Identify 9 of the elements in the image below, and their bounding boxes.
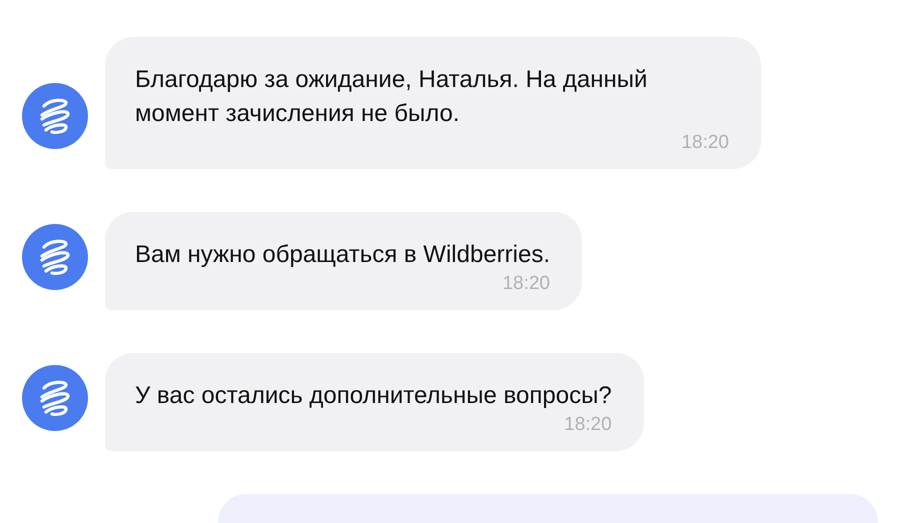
- message-time: 18:20: [681, 131, 729, 155]
- avatar-logo-icon: [22, 224, 88, 290]
- avatar-logo-icon: [22, 365, 88, 431]
- message-time: 18:20: [502, 272, 550, 296]
- avatar-logo-icon: [22, 83, 88, 149]
- message-text: У вас остались дополнительные вопросы?: [135, 381, 612, 411]
- message-time: 18:20: [564, 413, 612, 437]
- message-text: Вам нужно обращаться в Wildberries.: [135, 240, 550, 270]
- message-text: Благодарю за ожидание, Наталья. На данный момент зачисления не было.: [135, 65, 648, 129]
